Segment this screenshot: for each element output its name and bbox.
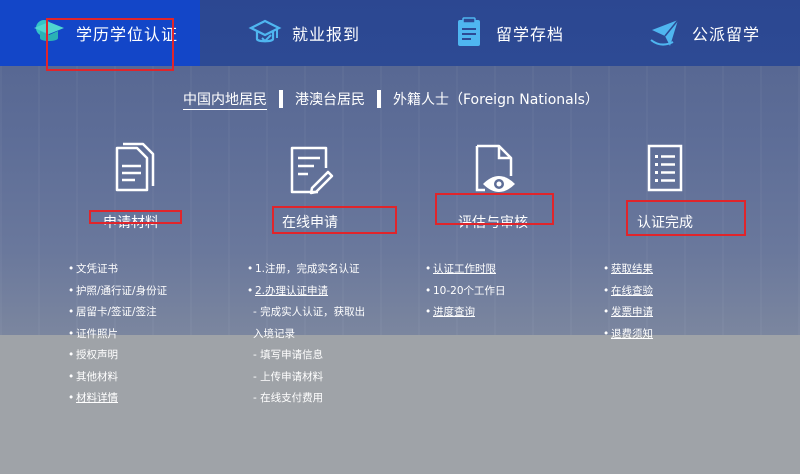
tab-degree-verification[interactable]: 学历学位认证 (0, 0, 200, 66)
filter-foreign-nationals[interactable]: 外籍人士（Foreign Nationals） (393, 89, 599, 109)
invoice-request-link[interactable]: • 发票申请 (603, 302, 653, 324)
list-materials: • 文凭证书 • 护照/通行证/身份证 • 居留卡/签证/签注 • 证件照片 • 授权声明… (68, 259, 167, 410)
step-label: 申请材料 (103, 215, 159, 231)
step-online-application: 在线申请 (275, 142, 345, 232)
time-limit-link[interactable]: • 认证工作时限 (425, 259, 506, 281)
progress-query-link[interactable]: • 进度查询 (425, 302, 506, 324)
filter-hk-macao-taiwan-residents[interactable]: 港澳台居民 (295, 89, 365, 109)
list-item: • 10-20个工作日 (425, 284, 506, 297)
filter-mainland-residents[interactable]: 中国内地居民 (183, 89, 267, 110)
list-item: • 护照/通行证/身份证 (68, 284, 168, 297)
tab-government-sponsored[interactable]: 公派留学 (600, 0, 800, 66)
apply-verification-link[interactable]: • 2.办理认证申请 (247, 281, 365, 303)
list-item: • 居留卡/签证/签注 (68, 306, 157, 318)
list-item: - 在线支付费用 (253, 392, 324, 404)
step-label: 认证完成 (637, 215, 693, 231)
graduate-icon (32, 16, 66, 50)
list-item: • 授权声明 (68, 349, 118, 361)
grad-cap-icon (248, 16, 282, 50)
tab-employment-registration[interactable]: 就业报到 (200, 0, 400, 66)
step-evaluation-review: 评估与审核 (448, 142, 538, 232)
step-verification-complete: 认证完成 (630, 142, 700, 232)
materials-detail-link[interactable]: • 材料详情 (68, 388, 167, 410)
filter-separator (279, 90, 283, 108)
checklist-icon (647, 144, 683, 192)
list-item: - 填写申请信息 (253, 349, 324, 361)
tab-study-abroad-archive[interactable]: 留学存档 (400, 0, 600, 66)
get-result-link[interactable]: • 获取结果 (603, 259, 653, 281)
documents-icon (115, 142, 155, 192)
form-edit-icon (290, 146, 334, 195)
filter-separator (377, 90, 381, 108)
airplane-globe-icon (648, 16, 682, 50)
list-evaluation: • 认证工作时限 • 10-20个工作日 • 进度查询 (425, 259, 506, 324)
list-online-application: • 1.注册，完成实名认证 • 2.办理认证申请 - 完成实人认证，获取出 入境记录… (247, 259, 365, 410)
tab-label: 留学存档 (496, 25, 565, 44)
top-nav: 学历学位认证 就业报到 留学存档 公派留学 (0, 0, 800, 66)
archive-icon (452, 16, 486, 50)
residence-filter: 中国内地居民 港澳台居民 外籍人士（Foreign Nationals） (183, 88, 599, 110)
list-item: • 文凭证书 (68, 263, 118, 275)
list-item: 入境记录 (253, 327, 295, 340)
online-check-link[interactable]: • 在线查验 (603, 281, 653, 303)
step-application-materials: 申请材料 (86, 142, 176, 232)
tab-label: 公派留学 (692, 25, 761, 44)
list-item: - 上传申请材料 (253, 370, 324, 383)
document-eye-icon (475, 144, 515, 192)
list-item: • 证件照片 (68, 327, 118, 340)
step-label: 评估与审核 (458, 215, 528, 231)
list-complete: • 获取结果 • 在线查验 • 发票申请 • 退费须知 (603, 259, 653, 345)
list-item: • 1.注册，完成实名认证 (247, 263, 360, 275)
refund-notice-link[interactable]: • 退费须知 (603, 324, 653, 346)
list-item: • 其他材料 (68, 370, 118, 383)
tab-label: 就业报到 (292, 25, 361, 44)
tab-label: 学历学位认证 (76, 25, 179, 44)
list-item: - 完成实人认证，获取出 (253, 306, 366, 318)
step-label: 在线申请 (282, 215, 338, 231)
